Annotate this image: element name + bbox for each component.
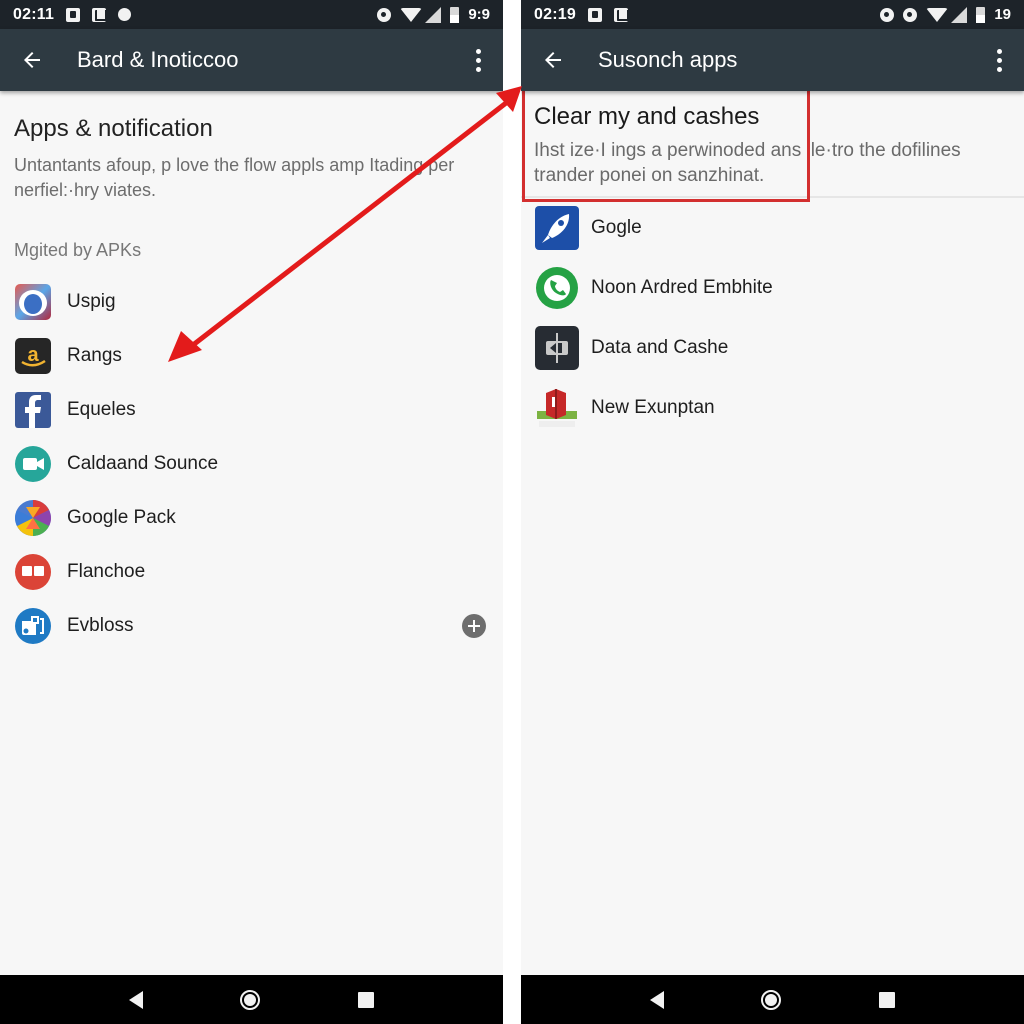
app-label: Data and Cashe [591,337,729,358]
app-list-item[interactable]: New Exunptan [521,378,1024,438]
section-title: Apps & notification [14,115,213,142]
alarm-icon [377,7,392,22]
app-bar: Susonch apps [521,29,1024,91]
app-list-item[interactable]: Google Pack [0,491,503,545]
status-bar: 02:19 19 [521,0,1024,29]
settings-content: Apps & notification Untantants afoup, p … [0,91,503,974]
app-label: Google Pack [67,507,176,528]
section-header: Apps & notification Untantants afoup, p … [0,91,503,203]
status-time: 02:19 [534,5,576,23]
blue-circle-app-icon [14,607,52,645]
notification-icon [613,7,629,22]
more-vert-dot [996,57,1002,63]
app-label: Flanchoe [67,561,146,582]
back-button[interactable] [0,29,64,91]
wifi-icon [926,7,949,22]
app-label: Noon Ardred Embhite [591,277,773,298]
more-vert-icon [996,48,1002,54]
app-list-item[interactable]: Gogle [521,198,1024,258]
app-label: Gogle [591,217,642,238]
app-list-item[interactable]: Data and Cashe [521,318,1024,378]
app-list-item[interactable]: Equeles [0,383,503,437]
colorful-pinwheel-icon [14,499,52,537]
category-label: Mgited by APKs [14,240,142,260]
app-list-item[interactable]: a Rangs [0,329,503,383]
nav-recents-icon[interactable] [358,991,375,1008]
more-options-button[interactable] [453,29,503,91]
left-phone-screen: 02:11 9:9 Bard & Inoticcoo Apps & notifi… [0,0,503,1024]
status-level: 9:9 [468,6,490,23]
app-label: Uspig [67,291,116,312]
app-list-item[interactable]: Uspig [0,275,503,329]
navigation-bar [0,975,503,1024]
highlight-box [522,87,810,202]
book-icon [14,553,52,591]
app-label: Equeles [67,399,136,420]
app-list: Uspig a Rangs Equeles Caldaand Sounce Go… [0,275,503,653]
more-vert-icon [475,48,481,54]
section-description: Untantants afoup, p love the flow appls … [14,155,455,200]
app-list: Gogle Noon Ardred Embhite Data and Cashe… [521,198,1024,438]
signal-icon [425,6,442,23]
app-list-item[interactable]: Noon Ardred Embhite [521,258,1024,318]
settings-content: Clear my and cashes Ihst ize·I ings a pe… [521,87,1024,974]
back-button[interactable] [521,29,585,91]
app-bar-title: Susonch apps [598,47,738,72]
arrow-left-icon [545,52,561,68]
status-level: 19 [994,6,1011,23]
nav-recents-icon[interactable] [879,991,896,1008]
phone-green-icon [534,265,580,311]
amazon-icon: a [14,337,52,375]
facebook-icon [14,391,52,429]
red-box-icon [534,385,580,431]
battery-icon [976,6,986,23]
app-bar-title: Bard & Inoticcoo [77,47,239,72]
more-vert-dot [475,57,481,63]
status-time: 02:11 [13,5,55,23]
signal-icon [951,6,968,23]
eye-app-icon [14,283,52,321]
app-label: New Exunptan [591,397,715,418]
app-label: Evbloss [67,615,134,636]
right-phone-screen: 02:19 19 Susonch apps Clear my and cashe… [521,0,1024,1024]
rocket-icon [534,205,580,251]
battery-icon [450,6,460,23]
alarm-icon [880,7,895,22]
storage-icon [534,325,580,371]
nav-back-icon[interactable] [649,990,664,1009]
alarm-icon [903,7,918,22]
add-icon[interactable] [462,614,486,638]
more-vert-dot [475,66,481,72]
app-label: Caldaand Sounce [67,453,219,474]
notification-icon [587,7,602,22]
app-list-item[interactable]: Caldaand Sounce [0,437,503,491]
nav-home-icon[interactable] [240,989,261,1010]
app-bar: Bard & Inoticcoo [0,29,503,91]
nav-home-icon[interactable] [761,989,782,1010]
arrow-left-icon [24,52,40,68]
notification-icon [92,7,108,22]
more-options-button[interactable] [974,29,1024,91]
svg-text:a: a [27,344,39,366]
more-vert-dot [996,66,1002,72]
notification-icon [66,7,81,22]
navigation-bar [521,975,1024,1024]
video-camera-icon [14,445,52,483]
nav-back-icon[interactable] [128,990,143,1009]
status-bar: 02:11 9:9 [0,0,503,29]
wifi-icon [400,7,423,22]
app-list-item[interactable]: Flanchoe [0,545,503,599]
app-label: Rangs [67,345,122,366]
dot-icon [118,8,132,21]
app-list-item[interactable]: Evbloss [0,599,503,653]
